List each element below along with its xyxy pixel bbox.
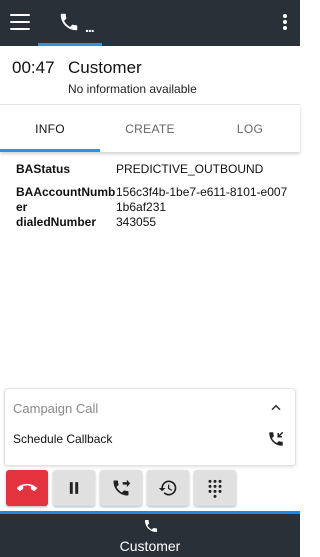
bottom-call-bar[interactable]: Customer: [0, 511, 300, 557]
call-transfer-icon: [113, 479, 131, 496]
info-key: BAAccountNumber: [16, 185, 116, 214]
info-value: 156c3f4b-1be7-e611-8101-e0071b6af231: [116, 185, 288, 214]
phone-hangup-icon: [17, 483, 37, 492]
pause-icon: [69, 482, 79, 494]
more-vertical-icon[interactable]: [282, 14, 288, 32]
call-header: 00:47 Customer No information available: [0, 46, 300, 104]
tab-info[interactable]: INFO: [0, 105, 100, 153]
hamburger-menu-icon[interactable]: [10, 14, 30, 30]
history-button[interactable]: [147, 470, 189, 506]
top-app-bar: ...: [0, 0, 300, 46]
tab-indicator: [0, 149, 100, 152]
tab-create[interactable]: CREATE: [100, 105, 200, 153]
active-call-tab[interactable]: ...: [38, 0, 102, 46]
info-key: dialedNumber: [16, 215, 97, 229]
info-row: BAStatus PREDICTIVE_OUTBOUND: [16, 162, 292, 177]
campaign-title: Campaign Call: [13, 401, 99, 416]
call-timer: 00:47: [12, 58, 55, 77]
info-row: dialedNumber 343055: [16, 215, 292, 230]
phone-icon: [145, 520, 157, 532]
campaign-call-panel: Campaign Call Schedule Callback: [4, 388, 296, 466]
info-value: 343055: [116, 215, 157, 229]
info-value: PREDICTIVE_OUTBOUND: [116, 162, 264, 176]
call-controls: [4, 470, 296, 506]
caller-name: Customer: [68, 58, 142, 77]
history-icon: [158, 480, 177, 496]
detail-tabs: INFO CREATE LOG: [0, 104, 300, 152]
bottom-bar-label: Customer: [119, 538, 181, 554]
callback-phone-icon[interactable]: [267, 430, 285, 448]
phone-icon: [60, 13, 78, 31]
info-row: BAAccountNumber 156c3f4b-1be7-e611-8101-…: [16, 185, 292, 215]
schedule-callback-label: Schedule Callback: [13, 432, 113, 446]
hold-button[interactable]: [53, 470, 95, 506]
chevron-up-icon[interactable]: [269, 401, 283, 415]
transfer-button[interactable]: [100, 470, 142, 506]
hangup-button[interactable]: [6, 470, 48, 506]
caller-subtitle: No information available: [68, 82, 197, 96]
dialpad-button[interactable]: [194, 470, 236, 506]
tab-log[interactable]: LOG: [200, 105, 300, 153]
dialpad-icon: [208, 479, 222, 498]
phone-tab-ellipsis: ...: [85, 19, 95, 35]
info-table: BAStatus PREDICTIVE_OUTBOUND BAAccountNu…: [16, 160, 292, 230]
info-key: BAStatus: [16, 162, 71, 176]
